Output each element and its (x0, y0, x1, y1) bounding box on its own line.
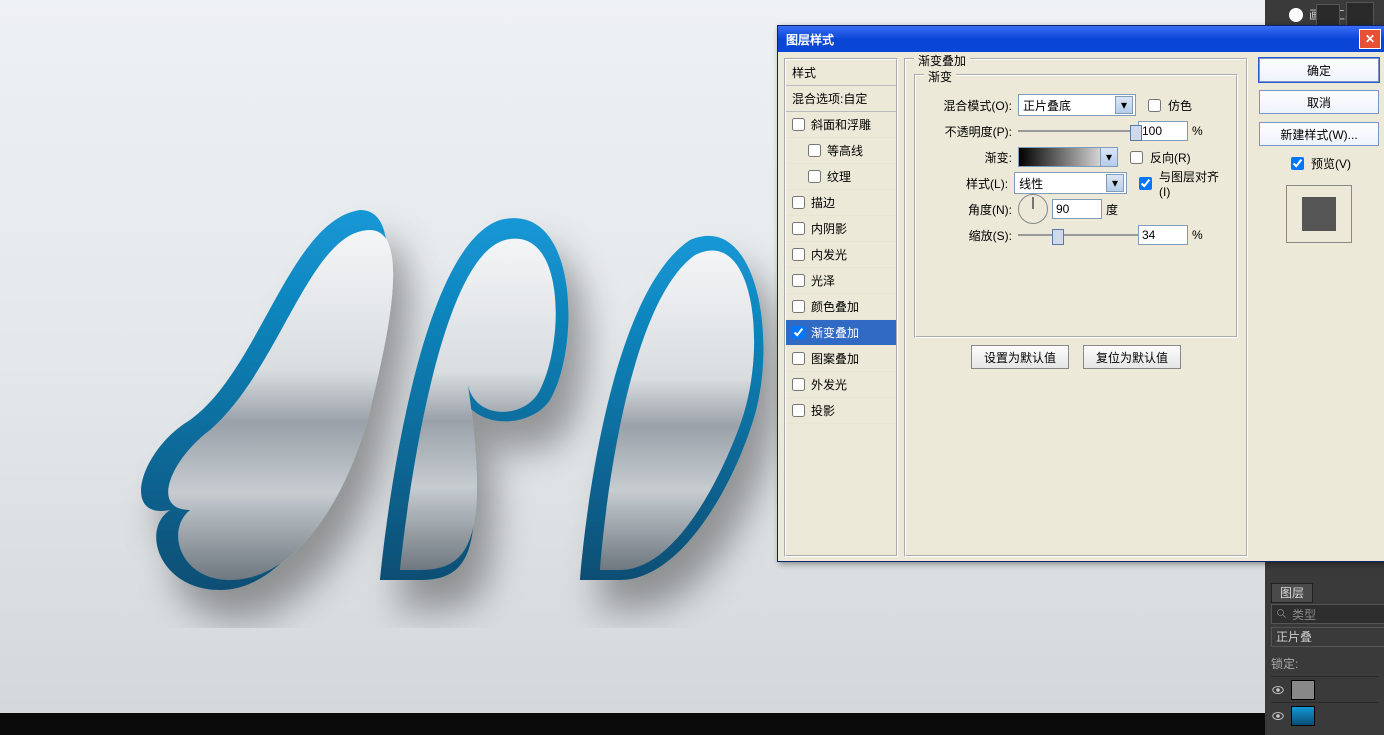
style-gradient-overlay[interactable]: 渐变叠加 (786, 320, 896, 346)
new-style-button[interactable]: 新建样式(W)... (1259, 122, 1379, 146)
style-color-overlay[interactable]: 颜色叠加 (786, 294, 896, 320)
opacity-unit: % (1192, 124, 1203, 138)
gradient-groupbox: 渐变 混合模式(O): 正片叠底 ▾ 仿色 不透明度(P): 100 (914, 74, 1238, 338)
dialog-title: 图层样式 (786, 31, 834, 48)
style-stroke-check[interactable] (792, 196, 805, 209)
scale-input[interactable]: 34 (1138, 225, 1188, 245)
dither-checkbox[interactable]: 仿色 (1144, 96, 1192, 115)
groupbox-title: 渐变叠加 (914, 52, 970, 69)
artwork-preview (60, 150, 860, 650)
scale-slider[interactable] (1018, 225, 1138, 245)
ok-button[interactable]: 确定 (1259, 58, 1379, 82)
scale-unit: % (1192, 228, 1203, 242)
opacity-slider[interactable] (1018, 121, 1138, 141)
blend-options-item[interactable]: 混合选项:自定 (786, 86, 896, 112)
style-pattern-overlay[interactable]: 图案叠加 (786, 346, 896, 372)
preview-checkbox[interactable]: 预览(V) (1259, 154, 1379, 173)
style-color-overlay-check[interactable] (792, 300, 805, 313)
scale-label: 缩放(S): (926, 227, 1018, 244)
brush-preview-icon (1289, 8, 1303, 22)
chevron-down-icon: ▾ (1106, 174, 1124, 192)
style-inner-glow-check[interactable] (792, 248, 805, 261)
style-drop-shadow[interactable]: 投影 (786, 398, 896, 424)
preview-swatch (1286, 185, 1352, 243)
gradient-group-title: 渐变 (924, 68, 956, 85)
style-texture-check[interactable] (808, 170, 821, 183)
options-groupbox: 渐变叠加 渐变 混合模式(O): 正片叠底 ▾ 仿色 不透明度(P): (904, 58, 1248, 557)
blend-mode-label: 混合模式(O): (926, 97, 1018, 114)
layer-thumb (1291, 680, 1315, 700)
style-outer-glow[interactable]: 外发光 (786, 372, 896, 398)
opacity-label: 不透明度(P): (926, 123, 1018, 140)
layer-row[interactable] (1271, 676, 1379, 703)
gradient-style-select[interactable]: 线性 ▾ (1014, 172, 1127, 194)
layer-blend-dropdown[interactable]: 正片叠 (1271, 627, 1384, 647)
align-checkbox[interactable]: 与图层对齐(I) (1135, 168, 1226, 199)
close-icon[interactable]: ✕ (1359, 29, 1381, 49)
style-contour-check[interactable] (808, 144, 821, 157)
visibility-icon[interactable] (1271, 709, 1285, 723)
style-inner-shadow-check[interactable] (792, 222, 805, 235)
blend-mode-select[interactable]: 正片叠底 ▾ (1018, 94, 1136, 116)
style-texture[interactable]: 纹理 (786, 164, 896, 190)
layer-filter[interactable]: 类型 (1271, 604, 1384, 624)
style-bevel-check[interactable] (792, 118, 805, 131)
chevron-down-icon: ▾ (1100, 148, 1117, 166)
layer-style-dialog: 图层样式 ✕ 样式 混合选项:自定 斜面和浮雕 等高线 纹理 描边 内阴影 内发… (777, 25, 1384, 562)
angle-input[interactable]: 90 (1052, 199, 1102, 219)
style-satin[interactable]: 光泽 (786, 268, 896, 294)
bottom-bar (0, 713, 1384, 735)
style-inner-shadow[interactable]: 内阴影 (786, 216, 896, 242)
style-pattern-overlay-check[interactable] (792, 352, 805, 365)
dialog-right-column: 确定 取消 新建样式(W)... 预览(V) (1259, 58, 1379, 243)
layer-row[interactable] (1271, 702, 1379, 729)
style-drop-shadow-check[interactable] (792, 404, 805, 417)
make-default-button[interactable]: 设置为默认值 (971, 345, 1069, 369)
layers-tab[interactable]: 图层 (1271, 583, 1313, 603)
styles-header[interactable]: 样式 (786, 60, 896, 86)
layer-thumb (1291, 706, 1315, 726)
style-bevel[interactable]: 斜面和浮雕 (786, 112, 896, 138)
style-satin-check[interactable] (792, 274, 805, 287)
gradient-picker[interactable]: ▾ (1018, 147, 1118, 167)
style-stroke[interactable]: 描边 (786, 190, 896, 216)
dialog-titlebar[interactable]: 图层样式 ✕ (778, 26, 1384, 52)
reverse-checkbox[interactable]: 反向(R) (1126, 148, 1191, 167)
layer-filter-placeholder: 类型 (1292, 606, 1316, 623)
style-label: 样式(L): (926, 175, 1014, 192)
angle-unit: 度 (1106, 201, 1118, 218)
chevron-down-icon: ▾ (1115, 96, 1133, 114)
cancel-button[interactable]: 取消 (1259, 90, 1379, 114)
angle-label: 角度(N): (926, 201, 1018, 218)
style-inner-glow[interactable]: 内发光 (786, 242, 896, 268)
style-contour[interactable]: 等高线 (786, 138, 896, 164)
search-icon (1276, 608, 1288, 620)
style-outer-glow-check[interactable] (792, 378, 805, 391)
opacity-input[interactable]: 100 (1138, 121, 1188, 141)
reset-default-button[interactable]: 复位为默认值 (1083, 345, 1181, 369)
gradient-label: 渐变: (926, 149, 1018, 166)
styles-list: 样式 混合选项:自定 斜面和浮雕 等高线 纹理 描边 内阴影 内发光 光泽 颜色… (784, 58, 898, 557)
layer-lock-row: 锁定: (1271, 655, 1379, 671)
visibility-icon[interactable] (1271, 683, 1285, 697)
style-gradient-overlay-check[interactable] (792, 326, 805, 339)
angle-dial[interactable] (1018, 194, 1048, 224)
